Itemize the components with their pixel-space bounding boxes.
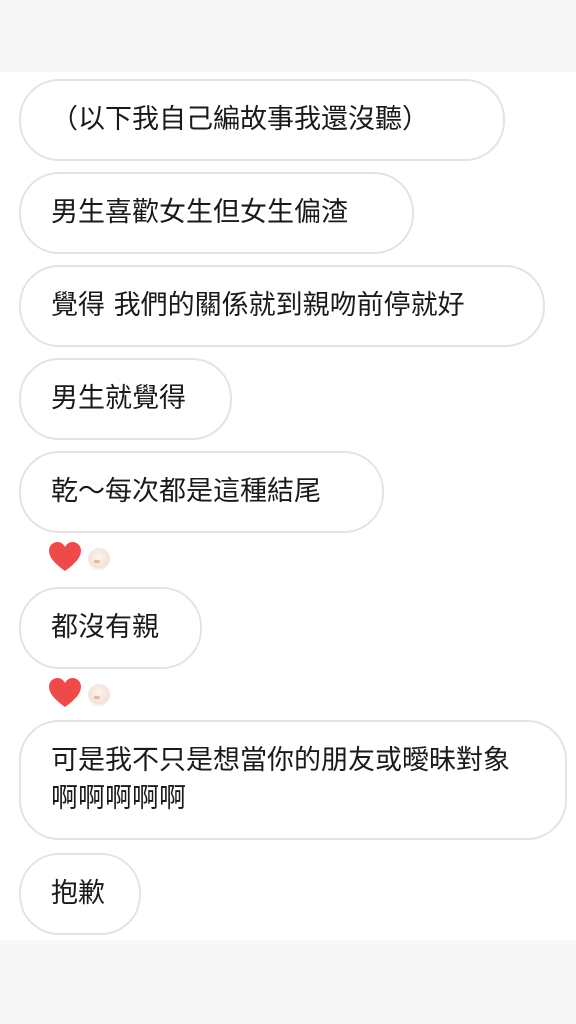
message-reaction[interactable]: [48, 541, 128, 575]
message-bubble[interactable]: 男生就覺得: [19, 358, 232, 440]
message-bubble[interactable]: 都沒有親: [19, 587, 202, 669]
message-bubble[interactable]: （以下我自己編故事我還沒聽）: [19, 79, 505, 161]
message-bubble[interactable]: 覺得 我們的關係就到親吻前停就好: [19, 265, 545, 347]
reactor-avatar: [88, 684, 110, 706]
heart-icon: [49, 542, 81, 571]
reactor-avatar: [88, 548, 110, 570]
message-bubble[interactable]: 可是我不只是想當你的朋友或曖昧對象啊啊啊啊啊: [19, 720, 567, 840]
message-bubble[interactable]: 乾～每次都是這種結尾: [19, 451, 384, 533]
message-reaction[interactable]: [48, 677, 128, 711]
heart-icon: [49, 678, 81, 707]
message-bubble[interactable]: 抱歉: [19, 853, 141, 935]
message-bubble[interactable]: 男生喜歡女生但女生偏渣: [19, 172, 414, 254]
